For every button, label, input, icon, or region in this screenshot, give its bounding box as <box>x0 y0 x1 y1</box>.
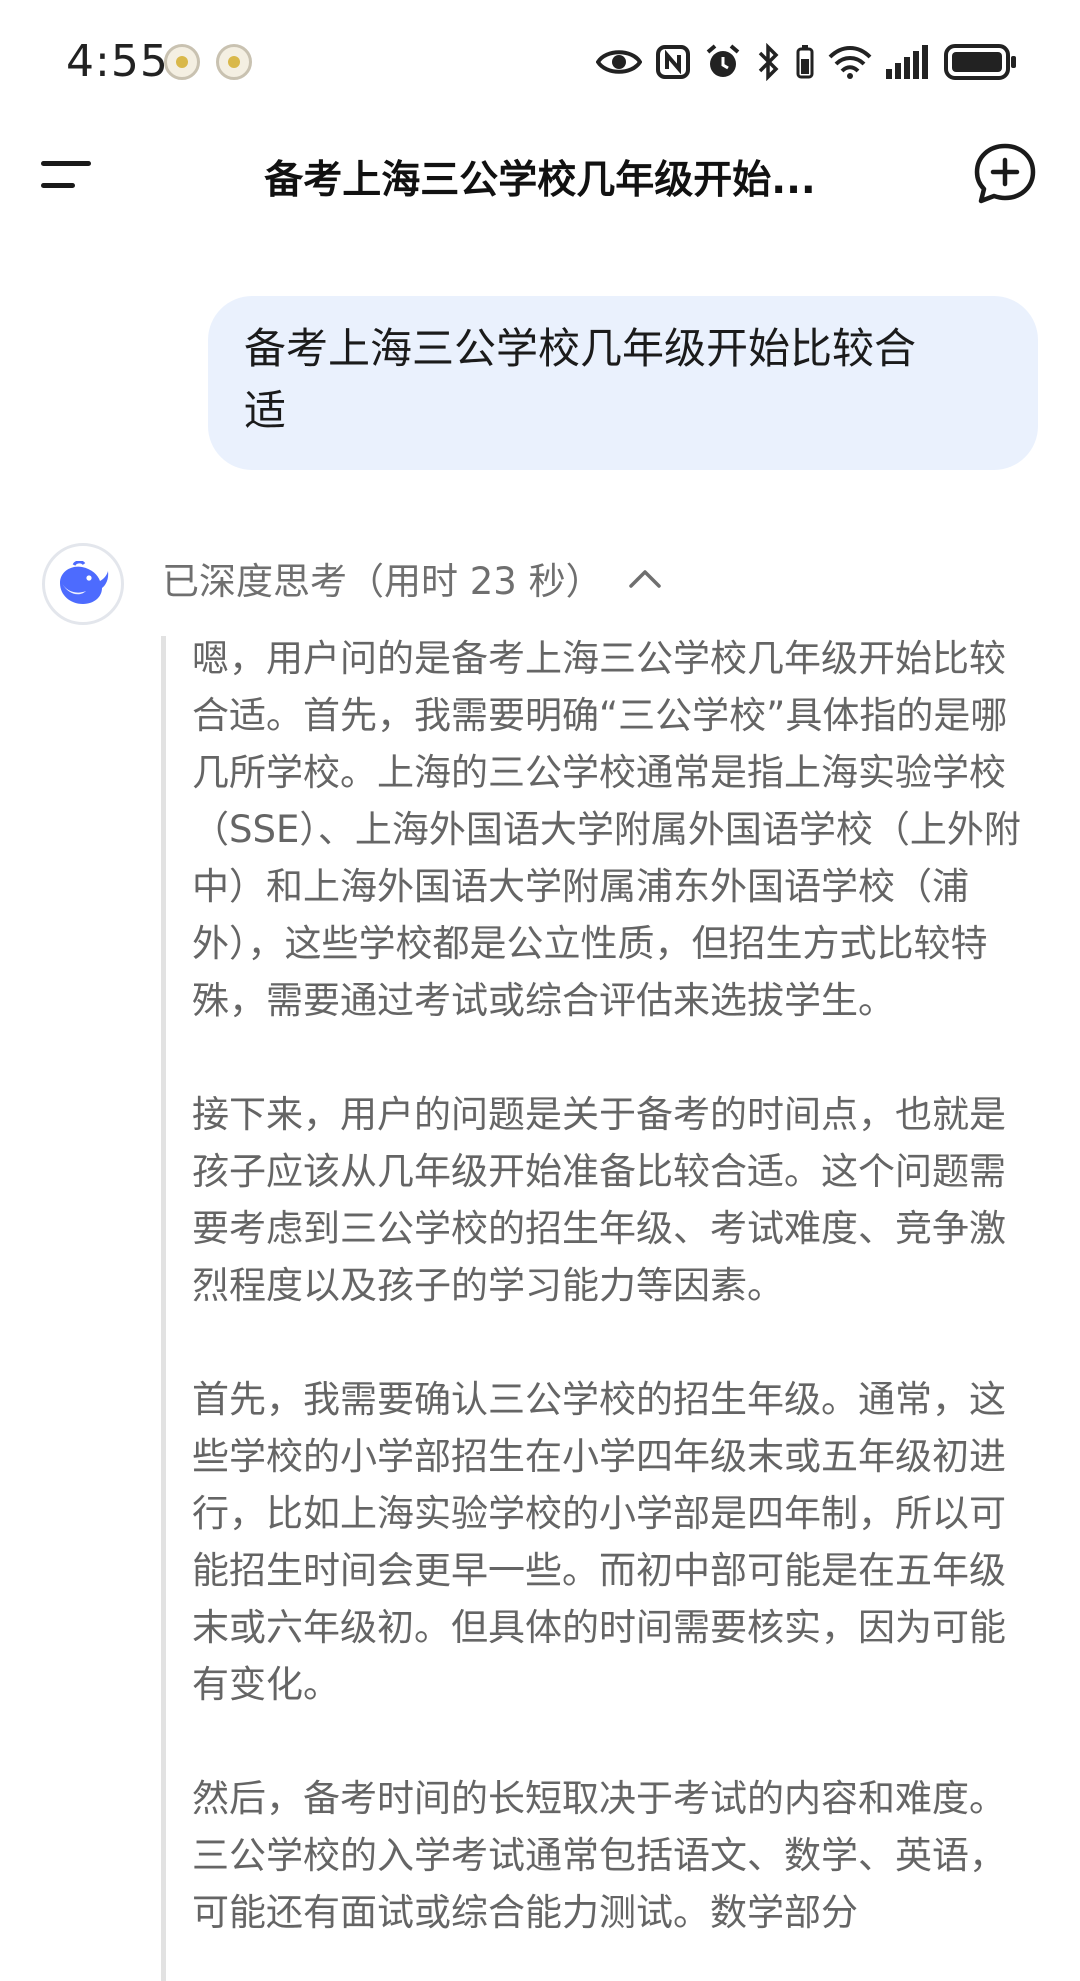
thinking-paragraph: 嗯，用户问的是备考上海三公学校几年级开始比较合适。首先，我需要明确“三公学校”具… <box>192 637 1021 1022</box>
thinking-label: 已深度思考（用时 23 秒） <box>162 560 603 603</box>
thinking-toggle[interactable]: 已深度思考（用时 23 秒） <box>162 550 663 606</box>
user-message-line: 备考上海三公学校几年级开始比较合 <box>244 324 917 373</box>
notification-icon <box>216 44 252 80</box>
assistant-avatar <box>42 543 124 625</box>
status-time: 4:55 <box>66 36 169 87</box>
notification-icon <box>164 44 200 80</box>
user-message-bubble[interactable]: 备考上海三公学校几年级开始比较合 适 <box>208 296 1038 470</box>
thinking-paragraph: 首先，我需要确认三公学校的招生年级。通常，这些学校的小学部招生在小学四年级末或五… <box>192 1378 1006 1706</box>
status-icons <box>596 38 1018 86</box>
new-chat-icon <box>974 143 1036 204</box>
thinking-content: 嗯，用户问的是备考上海三公学校几年级开始比较合适。首先，我需要明确“三公学校”具… <box>192 630 1032 1981</box>
thinking-paragraph: 接下来，用户的问题是关于备考的时间点，也就是孩子应该从几年级开始准备比较合适。这… <box>192 1093 1006 1307</box>
deepseek-whale-icon <box>60 561 109 604</box>
nfc-icon <box>656 45 690 79</box>
user-message-line: 适 <box>244 386 287 435</box>
thinking-divider <box>161 636 166 1981</box>
bluetooth-icon <box>758 43 779 81</box>
status-bar: 4:55 <box>0 0 1080 125</box>
chevron-up-icon <box>628 570 661 588</box>
battery-small-icon <box>796 45 814 79</box>
new-chat-button[interactable] <box>972 141 1038 207</box>
chat-header: 备考上海三公学校几年级开始... <box>0 125 1080 225</box>
chat-title[interactable]: 备考上海三公学校几年级开始... <box>160 149 920 205</box>
wifi-icon <box>828 46 872 79</box>
eye-icon <box>596 50 642 74</box>
signal-icon <box>886 45 928 79</box>
alarm-icon <box>706 44 740 77</box>
menu-icon <box>41 161 91 188</box>
chat-screen: 4:55 备考上海三公学校几年级开始... 备考上海三公学校几年级开始比较合 适… <box>0 0 1080 1981</box>
thinking-paragraph: 然后，备考时间的长短取决于考试的内容和难度。三公学校的入学考试通常包括语文、数学… <box>192 1777 1006 1934</box>
menu-button[interactable] <box>38 155 94 195</box>
battery-icon <box>944 44 1016 80</box>
